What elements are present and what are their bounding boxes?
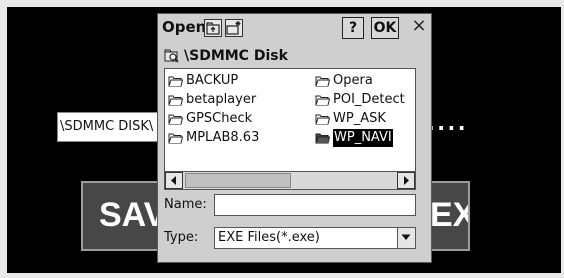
close-button[interactable]: × [409,16,429,38]
ok-button[interactable]: OK [371,17,399,39]
name-input[interactable] [214,194,416,216]
type-label: Type: [164,230,199,245]
folder-icon [168,95,183,106]
path-field[interactable]: \SDMMC DISK\ [57,112,159,142]
dialog-titlebar: Open ? OK × [158,14,431,41]
folder-icon [315,76,330,87]
scroll-right-icon [404,176,409,185]
scroll-left-icon [171,176,176,185]
new-folder-icon [226,21,241,35]
folder-name: BACKUP [186,73,239,88]
folder-icon [315,114,330,125]
folder-name: WP_ASK [333,111,386,126]
scroll-right-button[interactable] [397,172,415,189]
folder-icon [315,133,330,144]
folder-name: GPSCheck [186,111,253,126]
location-label: \SDMMC Disk [184,48,288,64]
new-folder-button[interactable] [225,19,243,37]
device-screen: \SDMMC DISK\ ..... SAVE EXIT Open ? OK × [0,0,564,278]
folder-search-icon [164,49,179,63]
list-item[interactable]: POI_Detect [315,91,405,109]
folder-name: Opera [333,73,373,88]
save-button[interactable]: SAVE [81,181,161,251]
open-dialog: Open ? OK × \SDMMC Disk BACKUP betaplaye… [157,13,432,263]
folder-name: betaplayer [186,92,257,107]
scrollbar-thumb[interactable] [185,173,291,188]
horizontal-scrollbar[interactable] [165,171,415,189]
chevron-down-icon [401,234,411,240]
folder-name: POI_Detect [333,92,405,107]
list-item[interactable]: GPSCheck [168,110,252,128]
help-button[interactable]: ? [342,17,364,39]
list-item[interactable]: betaplayer [168,91,256,109]
up-folder-button[interactable] [204,19,222,37]
name-label: Name: [164,197,207,212]
list-item[interactable]: Opera [315,72,373,90]
folder-name: WP_NAVI [333,129,393,147]
list-item[interactable]: BACKUP [168,72,238,90]
type-select[interactable]: EXE Files(*.exe) [214,227,416,249]
folder-icon [315,95,330,106]
folder-name: MPLAB8.63 [186,130,260,145]
list-item[interactable]: MPLAB8.63 [168,129,259,147]
scroll-left-button[interactable] [165,172,183,189]
file-list[interactable]: BACKUP betaplayer GPSCheck MPLAB8.63 Ope… [164,68,416,190]
folder-icon [168,76,183,87]
type-dropdown-button[interactable] [397,228,415,248]
folder-icon [168,114,183,125]
list-item-selected[interactable]: WP_NAVI [315,129,393,147]
up-folder-icon [206,22,220,35]
type-selected-value: EXE Files(*.exe) [218,230,320,245]
list-item[interactable]: WP_ASK [315,110,386,128]
current-location: \SDMMC Disk [164,48,288,64]
folder-icon [168,133,183,144]
dialog-title: Open [162,18,207,36]
